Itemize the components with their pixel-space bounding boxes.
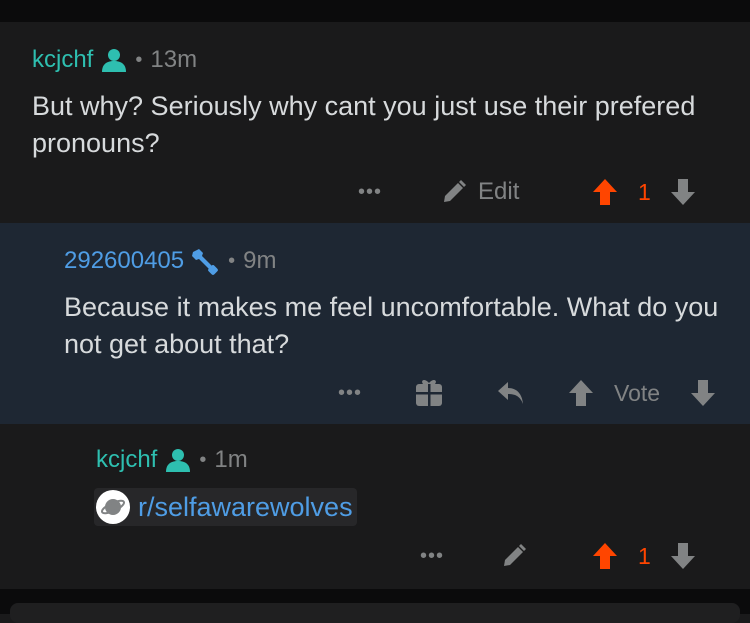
- pencil-icon: [440, 178, 468, 206]
- separator-dot: •: [135, 48, 143, 71]
- comment-meta: kcjchf • 1m: [96, 446, 248, 474]
- username[interactable]: kcjchf: [96, 446, 157, 474]
- mod-wrench-icon: [190, 247, 220, 275]
- pencil-icon[interactable]: [500, 542, 528, 570]
- subreddit-link-text: r/selfawarewolves: [138, 491, 353, 522]
- downvote-arrow-icon[interactable]: [670, 178, 696, 206]
- subreddit-link[interactable]: r/selfawarewolves: [94, 488, 357, 526]
- comment-3: kcjchf • 1m r/selfawarewolves ••• 1: [0, 424, 750, 589]
- comment-2: 292600405 • 9m Because it makes me feel …: [0, 223, 750, 424]
- vote-count: 1: [638, 542, 651, 569]
- bottom-divider: [0, 589, 750, 623]
- comment-body: Because it makes me feel uncomfortable. …: [64, 292, 719, 359]
- more-options-button[interactable]: •••: [420, 545, 444, 568]
- vote-count: 1: [638, 178, 651, 205]
- reply-arrow-icon[interactable]: [496, 379, 526, 407]
- comment-actions: ••• 1: [0, 541, 750, 571]
- comment-meta: 292600405 • 9m: [64, 247, 277, 275]
- subreddit-planet-icon: [96, 490, 130, 524]
- upvote-arrow-icon[interactable]: [592, 178, 618, 206]
- user-icon: [165, 447, 191, 473]
- upvote-arrow-icon[interactable]: [592, 542, 618, 570]
- timestamp: 13m: [150, 46, 198, 73]
- comment-body: But why? Seriously why cant you just use…: [32, 91, 696, 158]
- top-divider: [0, 0, 750, 22]
- separator-dot: •: [228, 249, 236, 272]
- upvote-arrow-icon[interactable]: [568, 379, 594, 407]
- comment-actions: ••• Vote: [0, 377, 750, 409]
- timestamp: 9m: [243, 247, 277, 274]
- username[interactable]: 292600405: [64, 247, 184, 275]
- downvote-arrow-icon[interactable]: [670, 542, 696, 570]
- separator-dot: •: [199, 448, 207, 471]
- comment-actions: ••• Edit 1: [0, 177, 750, 207]
- next-card-edge: [10, 603, 740, 623]
- downvote-arrow-icon[interactable]: [690, 379, 716, 407]
- username[interactable]: kcjchf: [32, 46, 93, 74]
- comment-meta: kcjchf • 13m: [32, 46, 197, 74]
- more-options-button[interactable]: •••: [338, 382, 362, 405]
- edit-label: Edit: [478, 178, 520, 205]
- more-options-button[interactable]: •••: [358, 181, 382, 204]
- edit-button[interactable]: Edit: [440, 178, 519, 206]
- comment-1: kcjchf • 13m But why? Seriously why cant…: [0, 22, 750, 223]
- timestamp: 1m: [214, 446, 248, 473]
- gift-icon[interactable]: [414, 378, 444, 408]
- vote-label: Vote: [614, 379, 661, 406]
- user-icon: [101, 47, 127, 73]
